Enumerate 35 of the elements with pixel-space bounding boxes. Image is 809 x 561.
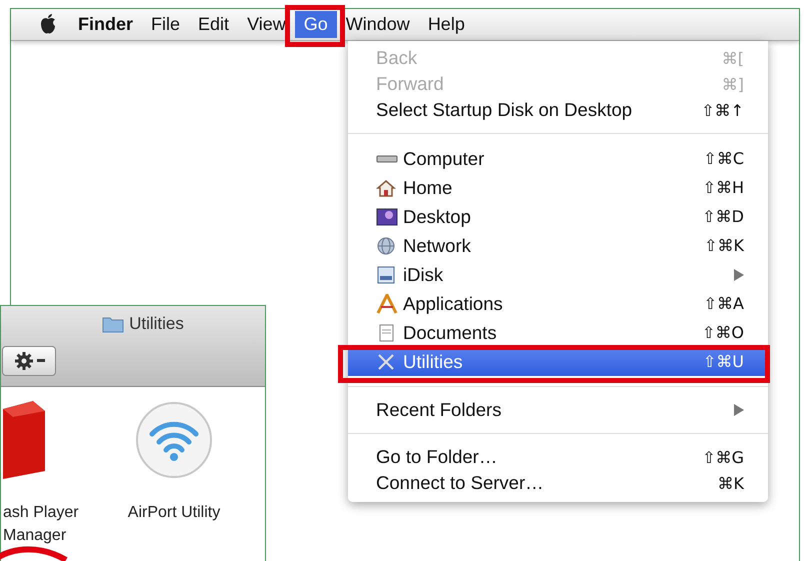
- app-label: ash Player: [3, 503, 79, 523]
- action-button[interactable]: [2, 346, 56, 376]
- menu-item[interactable]: Network ⇧⌘K: [348, 231, 768, 260]
- caret-icon: [36, 359, 44, 363]
- wifi-icon: [135, 401, 213, 479]
- menu-title[interactable]: File: [142, 11, 190, 38]
- globe-icon: [376, 236, 396, 256]
- desktop-picture-icon: [376, 206, 398, 226]
- app-label: Manager: [3, 526, 66, 546]
- drive-icon: [376, 154, 398, 162]
- box-icon: [3, 401, 45, 479]
- app-label: AirPort Utility: [128, 503, 220, 523]
- menu-item[interactable]: Computer ⇧⌘C: [348, 144, 768, 173]
- tools-icon: [376, 352, 396, 372]
- menu-title[interactable]: Finder: [69, 11, 142, 38]
- menu-item[interactable]: iDisk: [348, 260, 768, 289]
- menu-item[interactable]: Documents ⇧⌘O: [348, 318, 768, 347]
- apple-logo-icon[interactable]: [39, 14, 57, 35]
- folder-icon: [102, 315, 124, 333]
- pencil-ruler-icon: [376, 294, 398, 314]
- house-icon: [376, 178, 396, 198]
- menu-item[interactable]: Recent Folders: [348, 397, 768, 423]
- menu-title[interactable]: Edit: [189, 11, 238, 38]
- window-title: Utilities: [129, 314, 184, 334]
- menu-item[interactable]: Desktop ⇧⌘D: [348, 202, 768, 231]
- menu-item[interactable]: Select Startup Disk on Desktop ⇧⌘↑: [348, 97, 768, 123]
- menu-title[interactable]: Help: [418, 11, 474, 38]
- menu-title[interactable]: Window: [336, 11, 419, 38]
- menu-item[interactable]: Applications ⇧⌘A: [348, 289, 768, 318]
- menu-item[interactable]: Go to Folder… ⇧⌘G: [348, 444, 768, 470]
- menu-title[interactable]: Go: [294, 11, 337, 38]
- gear-icon: [14, 351, 34, 371]
- menu-item[interactable]: Home ⇧⌘H: [348, 173, 768, 202]
- menu-title[interactable]: View: [238, 11, 295, 38]
- menu-item[interactable]: Connect to Server… ⌘K: [348, 470, 768, 496]
